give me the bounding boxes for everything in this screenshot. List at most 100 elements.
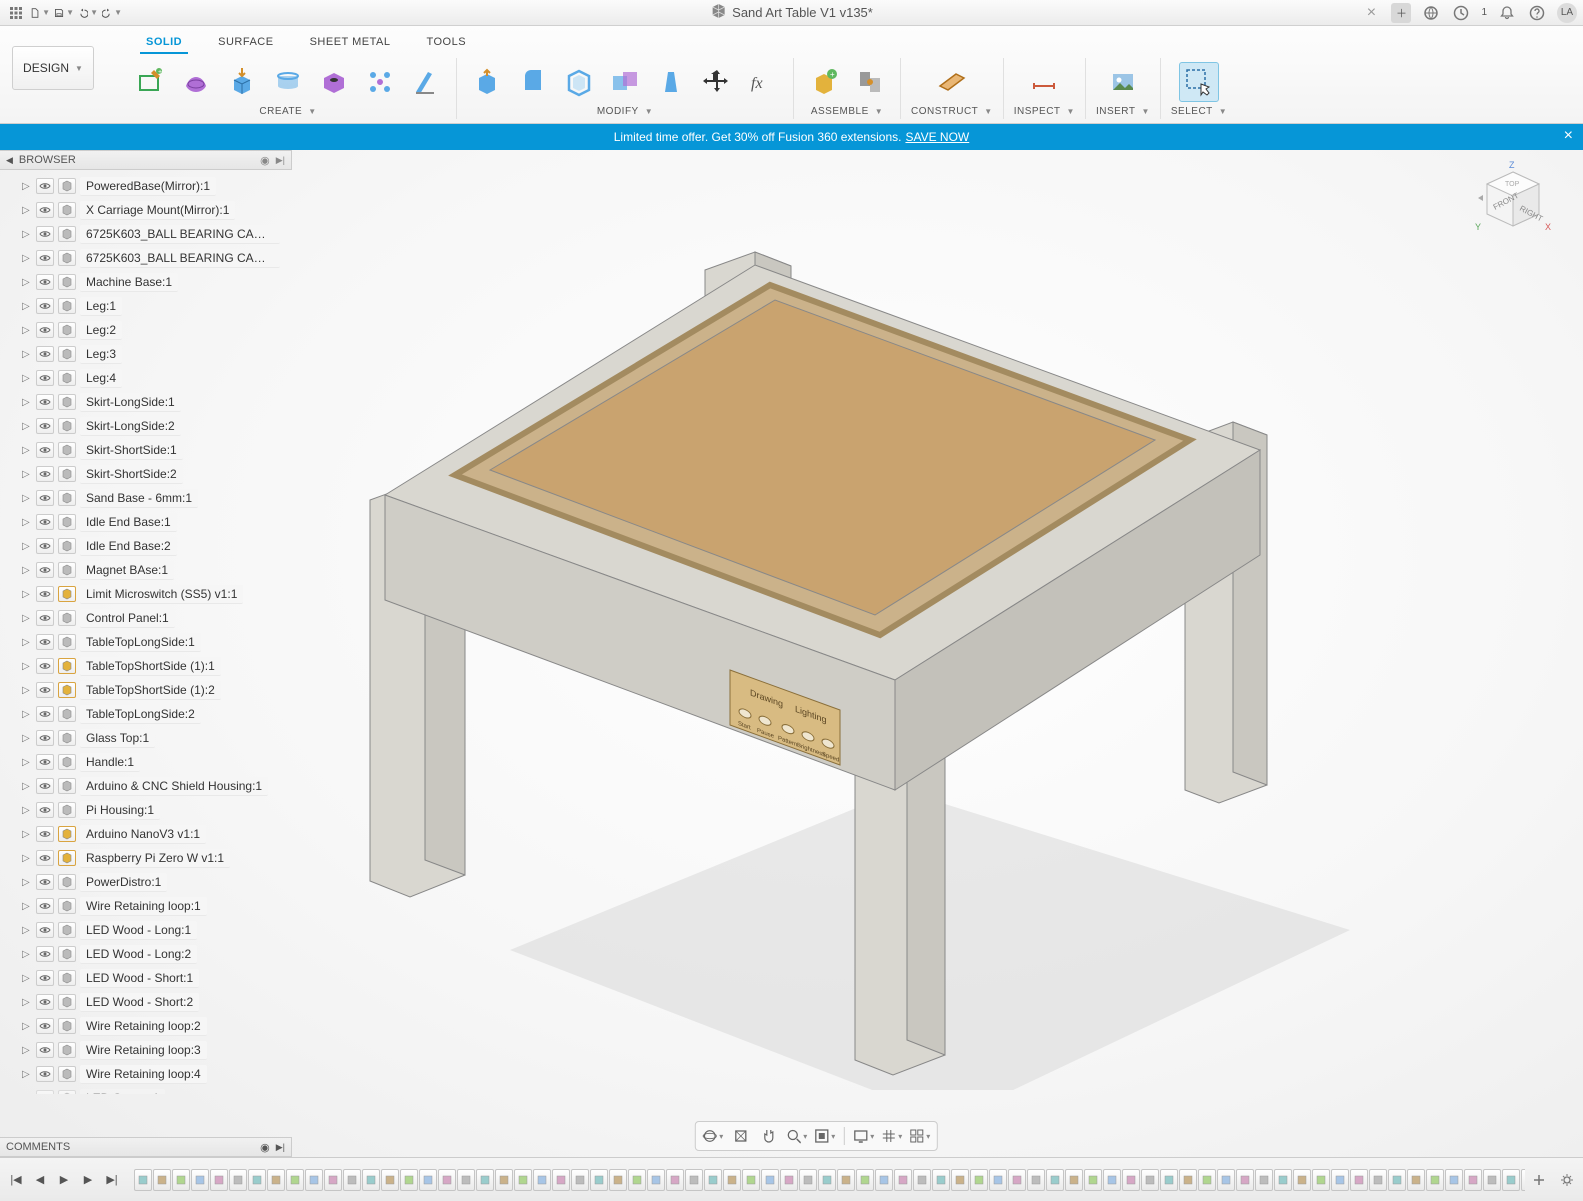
select-group-label[interactable]: SELECT▼ <box>1171 106 1227 119</box>
timeline-feature[interactable] <box>609 1169 627 1191</box>
timeline-feature[interactable] <box>495 1169 513 1191</box>
timeline-feature[interactable] <box>362 1169 380 1191</box>
tree-row[interactable]: ▷ TableTopLongSide:2 <box>8 702 290 726</box>
visibility-toggle-icon[interactable] <box>36 970 54 986</box>
tree-row[interactable]: ▷ LED Wood - Long:2 <box>8 942 290 966</box>
timeline-feature[interactable] <box>932 1169 950 1191</box>
tree-row[interactable]: ▷ TableTopShortSide (1):2 <box>8 678 290 702</box>
timeline-feature[interactable] <box>1179 1169 1197 1191</box>
timeline-feature[interactable] <box>1293 1169 1311 1191</box>
close-tab-icon[interactable]: × <box>1361 3 1381 23</box>
orbit-icon[interactable]: ▾ <box>701 1125 723 1147</box>
visibility-toggle-icon[interactable] <box>36 994 54 1010</box>
look-at-icon[interactable] <box>729 1125 751 1147</box>
zoom-icon[interactable]: ▾ <box>785 1125 807 1147</box>
timeline-feature[interactable] <box>1426 1169 1444 1191</box>
tree-row[interactable]: ▷ Machine Base:1 <box>8 270 290 294</box>
tree-row[interactable]: ▷ Magnet BAse:1 <box>8 558 290 582</box>
timeline-feature[interactable] <box>799 1169 817 1191</box>
tree-row[interactable]: ▷ Wire Retaining loop:4 <box>8 1062 290 1086</box>
timeline-feature[interactable] <box>780 1169 798 1191</box>
expand-icon[interactable]: ▷ <box>22 469 32 480</box>
timeline-feature[interactable] <box>1065 1169 1083 1191</box>
redo-icon[interactable]: ▼ <box>102 3 122 23</box>
visibility-toggle-icon[interactable] <box>36 370 54 386</box>
expand-icon[interactable]: ▷ <box>22 325 32 336</box>
tree-row[interactable]: ▷ Arduino & CNC Shield Housing:1 <box>8 774 290 798</box>
timeline-feature[interactable] <box>476 1169 494 1191</box>
visibility-toggle-icon[interactable] <box>36 898 54 914</box>
timeline-feature[interactable] <box>571 1169 589 1191</box>
expand-icon[interactable]: ▷ <box>22 685 32 696</box>
visibility-toggle-icon[interactable] <box>36 322 54 338</box>
fit-icon[interactable]: ▾ <box>813 1125 835 1147</box>
timeline-feature[interactable] <box>723 1169 741 1191</box>
promo-link[interactable]: SAVE NOW <box>905 130 969 144</box>
expand-icon[interactable]: ▷ <box>22 445 32 456</box>
expand-icon[interactable]: ▷ <box>22 613 32 624</box>
draft-icon[interactable] <box>651 62 691 102</box>
timeline-feature[interactable] <box>1046 1169 1064 1191</box>
timeline-feature[interactable] <box>685 1169 703 1191</box>
visibility-toggle-icon[interactable] <box>36 490 54 506</box>
timeline-feature[interactable] <box>533 1169 551 1191</box>
visibility-toggle-icon[interactable] <box>36 946 54 962</box>
modify-group-label[interactable]: MODIFY▼ <box>597 106 653 119</box>
tree-row[interactable]: ▷ Idle End Base:1 <box>8 510 290 534</box>
tree-row[interactable]: ▷ Glass Top:1 <box>8 726 290 750</box>
fillet-icon[interactable] <box>513 62 553 102</box>
shell-icon[interactable] <box>559 62 599 102</box>
new-sketch-icon[interactable]: + <box>130 62 170 102</box>
timeline-feature[interactable] <box>1331 1169 1349 1191</box>
file-menu-icon[interactable]: ▼ <box>30 3 50 23</box>
expand-icon[interactable]: ▷ <box>22 757 32 768</box>
notifications-icon[interactable] <box>1497 3 1517 23</box>
timeline-feature[interactable] <box>970 1169 988 1191</box>
expand-icon[interactable]: ▷ <box>22 781 32 792</box>
timeline-feature[interactable] <box>1407 1169 1425 1191</box>
viewport-layout-icon[interactable]: ▾ <box>908 1125 930 1147</box>
tree-row[interactable]: ▷ Handle:1 <box>8 750 290 774</box>
expand-icon[interactable]: ▷ <box>22 709 32 720</box>
expand-icon[interactable]: ▷ <box>22 517 32 528</box>
timeline-feature[interactable] <box>248 1169 266 1191</box>
timeline-step-fwd-icon[interactable]: ▶ <box>78 1170 98 1190</box>
timeline-feature[interactable] <box>1445 1169 1463 1191</box>
timeline-feature[interactable] <box>1388 1169 1406 1191</box>
timeline-feature[interactable] <box>1274 1169 1292 1191</box>
tab-tools[interactable]: TOOLS <box>420 32 472 54</box>
timeline-feature[interactable] <box>989 1169 1007 1191</box>
tree-row[interactable]: ▷ Leg:1 <box>8 294 290 318</box>
timeline-feature[interactable] <box>1198 1169 1216 1191</box>
expand-icon[interactable]: ▷ <box>22 301 32 312</box>
assemble-group-label[interactable]: ASSEMBLE▼ <box>811 106 883 119</box>
job-status-icon[interactable] <box>1451 3 1471 23</box>
display-settings-icon[interactable]: ▾ <box>852 1125 874 1147</box>
timeline-step-back-icon[interactable]: ◀ <box>30 1170 50 1190</box>
timeline-feature[interactable] <box>1312 1169 1330 1191</box>
expand-icon[interactable]: ▷ <box>22 421 32 432</box>
workspace-switcher[interactable]: DESIGN▼ <box>12 46 94 90</box>
viewcube[interactable]: FRONT RIGHT TOP Z X Y <box>1473 160 1553 240</box>
timeline-feature[interactable] <box>210 1169 228 1191</box>
tree-row[interactable]: ▷ PoweredBase(Mirror):1 <box>8 174 290 198</box>
revolve-icon[interactable] <box>268 62 308 102</box>
timeline-feature[interactable] <box>837 1169 855 1191</box>
expand-icon[interactable]: ▷ <box>22 877 32 888</box>
timeline-feature[interactable] <box>1084 1169 1102 1191</box>
expand-icon[interactable]: ▷ <box>22 397 32 408</box>
visibility-toggle-icon[interactable] <box>36 274 54 290</box>
timeline-feature[interactable] <box>913 1169 931 1191</box>
visibility-toggle-icon[interactable] <box>36 466 54 482</box>
measure-icon[interactable] <box>1024 62 1064 102</box>
tree-row[interactable]: ▷ Pi Housing:1 <box>8 798 290 822</box>
extensions-icon[interactable] <box>1421 3 1441 23</box>
timeline-feature[interactable] <box>1521 1169 1525 1191</box>
timeline-end-icon[interactable]: ▶| <box>102 1170 122 1190</box>
timeline-feature[interactable] <box>286 1169 304 1191</box>
timeline-feature[interactable] <box>1103 1169 1121 1191</box>
expand-icon[interactable]: ▷ <box>22 853 32 864</box>
timeline-play-icon[interactable]: ▶ <box>54 1170 74 1190</box>
expand-icon[interactable]: ▷ <box>22 997 32 1008</box>
tree-row[interactable]: ▷ 6725K603_BALL BEARING CARR... <box>8 246 290 270</box>
